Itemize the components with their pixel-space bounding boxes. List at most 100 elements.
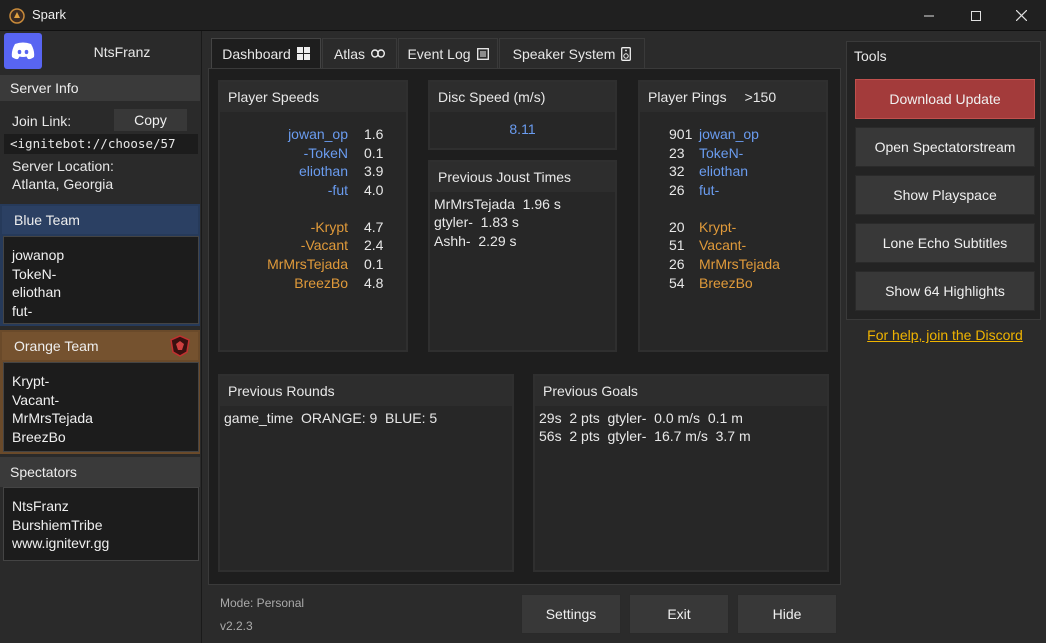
tab-label: Event Log: [407, 45, 471, 62]
blue-team-list: jowanop TokeN- eliothan fut-: [3, 236, 199, 324]
panel-title: Previous Rounds: [220, 376, 512, 406]
spectators-header: Spectators: [0, 457, 200, 487]
joust-time-row: gtyler- 1.83 s: [434, 214, 519, 230]
panel-title: Disc Speed (m/s): [430, 82, 615, 112]
version-label: v2.2.3: [220, 619, 253, 633]
tab-dashboard[interactable]: Dashboard: [211, 38, 321, 68]
maximize-button[interactable]: [953, 0, 999, 31]
player-ping: 20: [669, 219, 685, 235]
player-name: -Vacant: [300, 237, 348, 253]
list-item: NtsFranz: [12, 498, 69, 514]
player-name: -fut: [327, 182, 348, 198]
exit-button[interactable]: Exit: [629, 594, 729, 634]
player-ping: 26: [669, 256, 685, 272]
panel-title: Previous Joust Times: [430, 162, 615, 192]
player-name: -Krypt: [310, 219, 348, 235]
join-link-field[interactable]: <ignitebot://choose/57: [4, 134, 198, 154]
panel-title: Previous Goals: [535, 376, 827, 406]
list-item: jowanop: [12, 247, 65, 263]
list-item: BurshiemTribe: [12, 516, 103, 533]
player-speed: 4.0: [364, 182, 384, 198]
lone-echo-subtitles-button[interactable]: Lone Echo Subtitles: [855, 223, 1035, 263]
player-speed: 2.4: [364, 237, 384, 253]
tab-label: Dashboard: [222, 45, 291, 62]
server-location-label: Server Location:: [12, 158, 114, 174]
disc-speed-value: 8.11: [509, 121, 536, 137]
document-icon: [476, 47, 489, 60]
player-speed: 4.8: [364, 275, 384, 291]
list-item: MrMrsTejada: [12, 410, 93, 427]
list-item: eliothan: [12, 284, 62, 301]
open-spectatorstream-button[interactable]: Open Spectatorstream: [855, 127, 1035, 167]
player-name: MrMrsTejada: [699, 256, 780, 272]
player-name: fut-: [699, 182, 720, 198]
maximize-icon: [971, 10, 981, 21]
round-row: game_time ORANGE: 9 BLUE: 5: [224, 410, 438, 426]
team-logo-icon: [169, 335, 191, 357]
player-ping: 26: [669, 182, 685, 198]
copy-button[interactable]: Copy: [113, 108, 188, 132]
download-update-button[interactable]: Download Update: [855, 79, 1035, 119]
orange-team-list: Krypt- Vacant- MrMrsTejada BreezBo: [3, 362, 199, 452]
player-name: BreezBo: [699, 275, 753, 291]
list-item: fut-: [12, 303, 33, 320]
speaker-icon: [621, 46, 632, 61]
discord-icon: [11, 42, 35, 60]
settings-button[interactable]: Settings: [521, 594, 621, 634]
list-item: www.ignitevr.gg: [12, 535, 110, 552]
player-ping: 51: [669, 237, 685, 253]
app-logo-icon: [9, 8, 25, 24]
list-item: TokeN-: [12, 265, 57, 282]
player-ping: 54: [669, 275, 685, 291]
previous-rounds-panel: Previous Rounds: [218, 374, 514, 572]
ping-threshold: >150: [744, 89, 777, 105]
join-link-label: Join Link:: [12, 113, 72, 129]
panel-title: Player Speeds: [220, 82, 406, 112]
player-name: -TokeN: [303, 145, 348, 161]
minimize-icon: [924, 15, 934, 16]
blue-team-header: Blue Team: [2, 206, 198, 234]
username: NtsFranz: [93, 44, 151, 60]
close-icon: [1015, 10, 1027, 21]
player-speed: 1.6: [364, 126, 384, 142]
discord-button[interactable]: [4, 33, 42, 69]
show-playspace-button[interactable]: Show Playspace: [855, 175, 1035, 215]
previous-goals-panel: Previous Goals: [533, 374, 829, 572]
close-button[interactable]: [998, 0, 1044, 31]
show-64-highlights-button[interactable]: Show 64 Highlights: [855, 271, 1035, 311]
player-ping: 32: [669, 163, 685, 179]
player-speed: 3.9: [364, 163, 384, 179]
player-name: eliothan: [298, 163, 348, 179]
list-item: BreezBo: [12, 429, 66, 446]
player-speed: 4.7: [364, 219, 384, 235]
player-ping: 23: [669, 145, 685, 161]
disc-speed-panel: Disc Speed (m/s): [428, 80, 617, 150]
joust-time-row: Ashh- 2.29 s: [434, 233, 517, 249]
link-icon: [371, 49, 386, 58]
tab-label: Atlas: [333, 45, 366, 62]
tab-label: Speaker System: [512, 45, 616, 62]
tab-atlas[interactable]: Atlas: [322, 38, 397, 68]
list-item: Krypt-: [12, 373, 50, 389]
player-name: jowan_op: [699, 126, 759, 142]
goal-row: 56s 2 pts gtyler- 16.7 m/s 3.7 m: [539, 428, 751, 444]
panel-title-text: Player Pings: [648, 89, 727, 105]
minimize-button[interactable]: [906, 0, 952, 31]
hide-button[interactable]: Hide: [737, 594, 837, 634]
discord-help-link[interactable]: For help, join the Discord: [846, 327, 1044, 343]
player-name: MrMrsTejada: [267, 256, 348, 272]
player-name: BreezBo: [294, 275, 348, 291]
player-name: Vacant-: [699, 237, 747, 253]
player-name: TokeN-: [699, 145, 744, 161]
tab-speaker-system[interactable]: Speaker System: [499, 38, 645, 68]
tools-title: Tools: [854, 48, 887, 64]
player-speed: 0.1: [364, 145, 384, 161]
player-name: Krypt-: [699, 219, 737, 235]
player-name: jowan_op: [288, 126, 348, 142]
window-title: Spark: [32, 7, 66, 22]
player-pings-panel: Player Pings >150: [638, 80, 828, 352]
tab-event-log[interactable]: Event Log: [398, 38, 498, 68]
panel-title: Player Pings >150: [640, 82, 826, 112]
player-speed: 0.1: [364, 256, 384, 272]
player-name: eliothan: [699, 163, 749, 179]
